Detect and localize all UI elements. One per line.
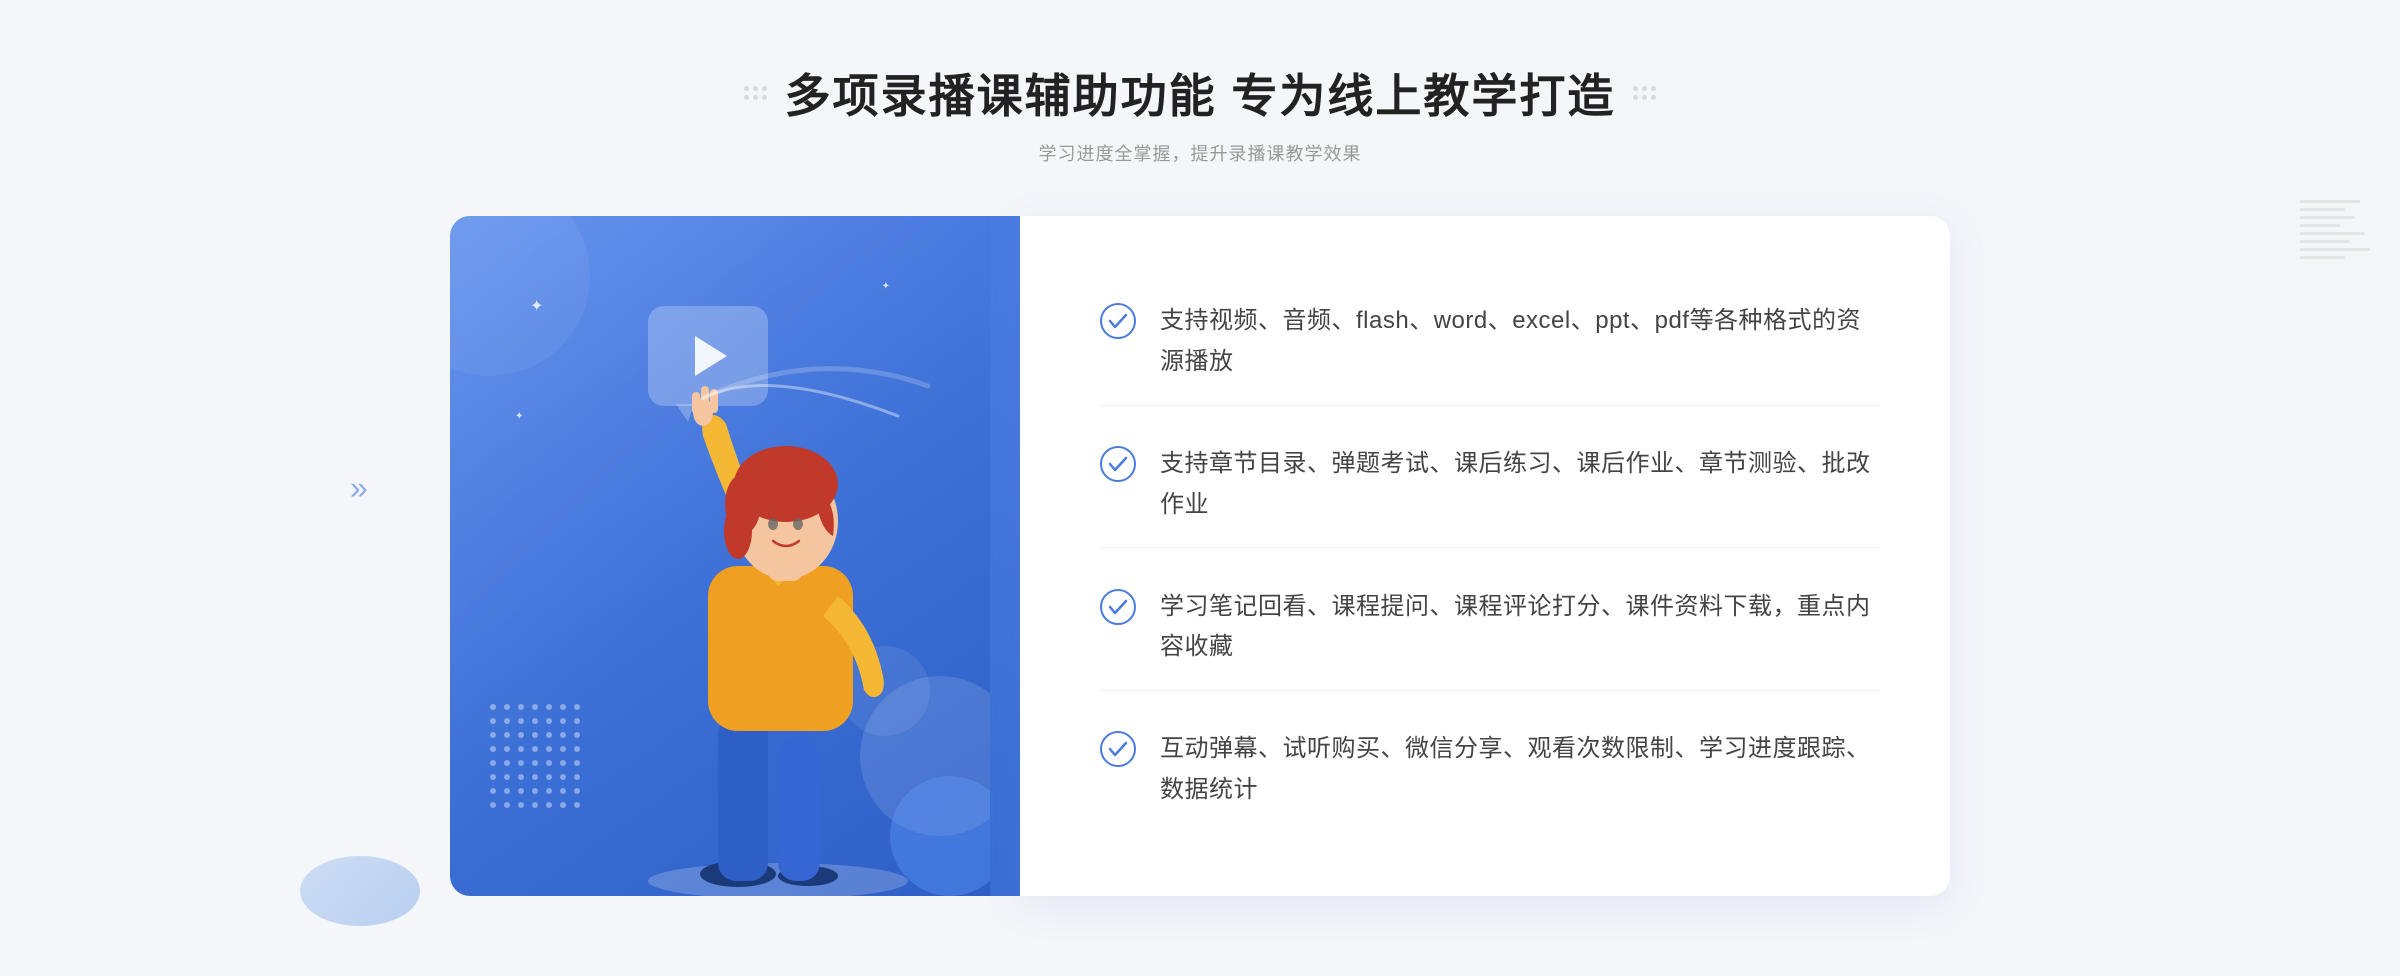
stripe-decoration — [2300, 200, 2370, 259]
feature-text-3: 学习笔记回看、课程提问、课程评论打分、课件资料下载，重点内容收藏 — [1160, 587, 1880, 669]
deco-circle-top — [450, 216, 590, 376]
feature-item-1: 支持视频、音频、flash、word、excel、ppt、pdf等各种格式的资源… — [1100, 279, 1880, 406]
feature-text-2: 支持章节目录、弹题考试、课后练习、课后作业、章节测验、批改作业 — [1160, 444, 1880, 526]
feature-item-2: 支持章节目录、弹题考试、课后练习、课后作业、章节测验、批改作业 — [1100, 422, 1880, 549]
subtitle: 学习进度全掌握，提升录播课教学效果 — [744, 140, 1657, 166]
feature-text-1: 支持视频、音频、flash、word、excel、ppt、pdf等各种格式的资源… — [1160, 301, 1880, 383]
check-circle-icon-1 — [1100, 303, 1136, 339]
feature-text-4: 互动弹幕、试听购买、微信分享、观看次数限制、学习进度跟踪、数据统计 — [1160, 729, 1880, 811]
sparkle-icon-1: ✦ — [530, 296, 543, 316]
title-row: 多项录播课辅助功能 专为线上教学打造 — [744, 60, 1657, 126]
bottom-ellipse-deco — [300, 856, 420, 926]
check-circle-icon-2 — [1100, 446, 1136, 482]
illustration-card: ✦ ✦ ✦ — [450, 216, 990, 896]
chevron-left-icon: » — [350, 470, 368, 507]
features-card: 支持视频、音频、flash、word、excel、ppt、pdf等各种格式的资源… — [1020, 216, 1950, 896]
blue-strip — [990, 216, 1020, 896]
feature-item-4: 互动弹幕、试听购买、微信分享、观看次数限制、学习进度跟踪、数据统计 — [1100, 707, 1880, 833]
sparkle-icon-2: ✦ — [882, 281, 890, 292]
illus-dot-grid — [490, 704, 580, 816]
check-circle-icon-3 — [1100, 589, 1136, 625]
deco-dots-right — [1633, 86, 1656, 100]
feature-item-3: 学习笔记回看、课程提问、课程评论打分、课件资料下载，重点内容收藏 — [1100, 565, 1880, 692]
deco-dots-left — [744, 86, 767, 100]
header-section: 多项录播课辅助功能 专为线上教学打造 学习进度全掌握，提升录播课教学效果 — [744, 60, 1657, 166]
check-circle-icon-4 — [1100, 731, 1136, 767]
main-title: 多项录播课辅助功能 专为线上教学打造 — [785, 60, 1616, 126]
content-area: ✦ ✦ ✦ — [450, 216, 1950, 896]
sparkle-icon-3: ✦ — [515, 411, 523, 422]
page-wrapper: » 多项录播课辅助功能 专为线上教学打造 学习进度全掌握，提升录播课教学效果 — [0, 0, 2400, 976]
